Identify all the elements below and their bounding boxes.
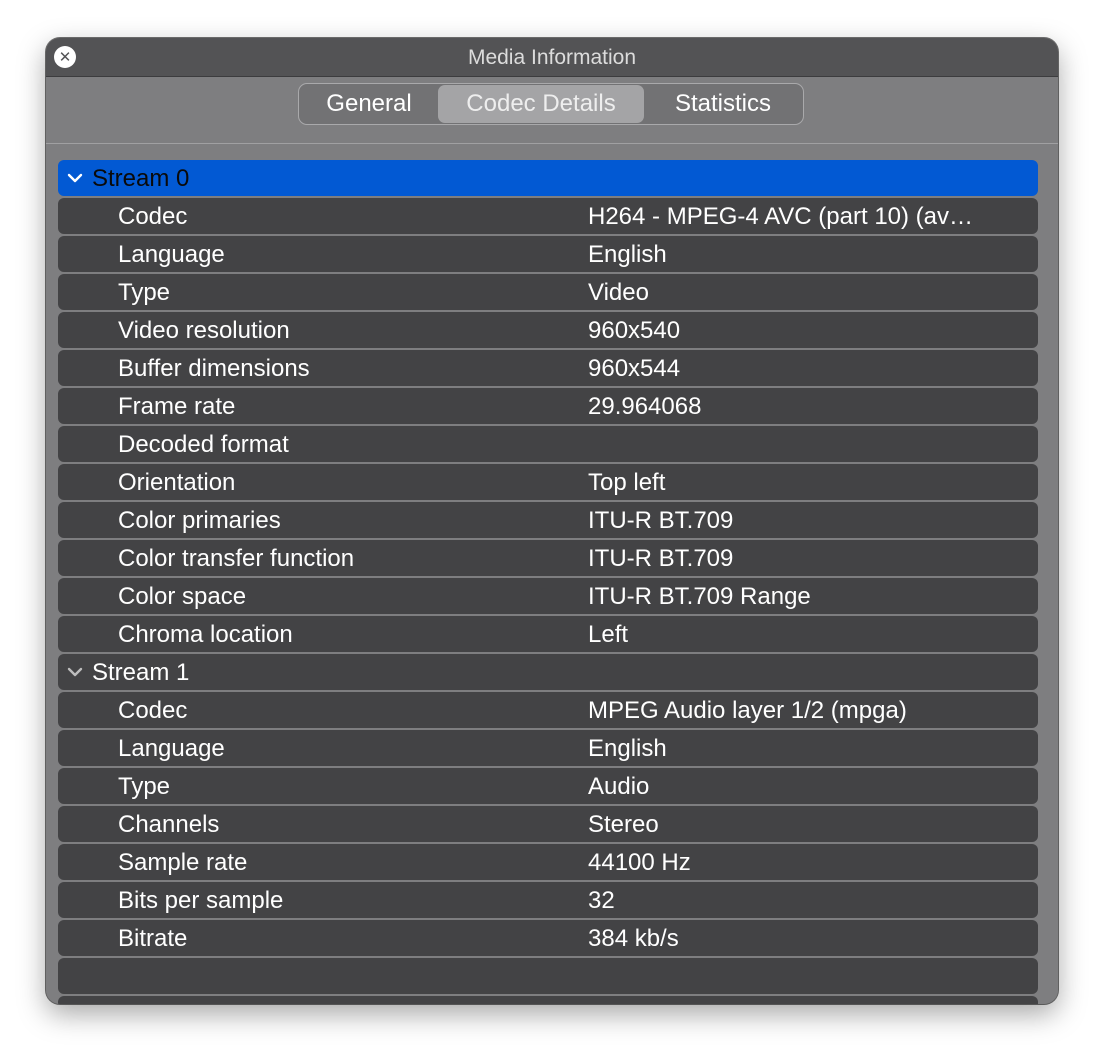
property-row[interactable]: Type Video xyxy=(58,274,1038,310)
property-row[interactable]: Chroma location Left xyxy=(58,616,1038,652)
property-row[interactable]: Language English xyxy=(58,730,1038,766)
property-row[interactable]: Color primaries ITU-R BT.709 xyxy=(58,502,1038,538)
stream-row[interactable]: Stream 0 xyxy=(58,160,1038,196)
property-row[interactable]: Codec H264 - MPEG-4 AVC (part 10) (av… xyxy=(58,198,1038,234)
tab-statistics[interactable]: Statistics xyxy=(644,85,802,123)
property-row[interactable]: Type Audio xyxy=(58,768,1038,804)
property-value: ITU-R BT.709 Range xyxy=(588,583,811,610)
property-key: Codec xyxy=(118,697,188,724)
property-key: Codec xyxy=(118,203,188,230)
property-key: Language xyxy=(118,735,225,762)
property-row[interactable]: Color transfer function ITU-R BT.709 xyxy=(58,540,1038,576)
window-title: Media Information xyxy=(467,46,637,69)
property-value: 960x540 xyxy=(588,317,681,344)
property-value: 384 kb/s xyxy=(588,925,679,952)
property-value: 29.964068 xyxy=(588,393,702,420)
property-value: 960x544 xyxy=(588,355,681,382)
empty-row xyxy=(58,996,1038,1004)
property-value: ITU-R BT.709 xyxy=(588,545,734,572)
property-key: Buffer dimensions xyxy=(118,355,310,382)
stream-row[interactable]: Stream 1 xyxy=(58,654,1038,690)
property-key: Language xyxy=(118,241,225,268)
property-key: Type xyxy=(118,773,171,800)
property-key: Type xyxy=(118,279,171,306)
property-row[interactable]: Codec MPEG Audio layer 1/2 (mpga) xyxy=(58,692,1038,728)
property-value: Top left xyxy=(588,469,666,496)
property-row[interactable]: Decoded format xyxy=(58,426,1038,462)
property-row[interactable]: Channels Stereo xyxy=(58,806,1038,842)
property-key: Bitrate xyxy=(118,925,188,952)
property-row[interactable]: Color space ITU-R BT.709 Range xyxy=(58,578,1038,614)
property-key: Color space xyxy=(118,583,247,610)
chevron-down-icon[interactable] xyxy=(66,654,84,690)
property-key: Video resolution xyxy=(118,317,290,344)
stream-label: Stream 1 xyxy=(92,659,190,686)
property-value: Video xyxy=(588,279,649,306)
property-key: Decoded format xyxy=(118,431,289,458)
chevron-down-icon[interactable] xyxy=(66,160,84,196)
tab-codec-details[interactable]: Codec Details xyxy=(438,85,644,123)
property-value: 44100 Hz xyxy=(588,849,691,876)
property-value: Stereo xyxy=(588,811,659,838)
property-key: Color primaries xyxy=(118,507,281,534)
property-key: Frame rate xyxy=(118,393,236,420)
property-value: Left xyxy=(588,621,629,648)
property-value: H264 - MPEG-4 AVC (part 10) (av… xyxy=(588,203,974,230)
property-value: ITU-R BT.709 xyxy=(588,507,734,534)
media-information-window: ✕ Media Information General Codec Detail… xyxy=(46,38,1058,1004)
property-row[interactable]: Bitrate 384 kb/s xyxy=(58,920,1038,956)
property-row[interactable]: Bits per sample 32 xyxy=(58,882,1038,918)
empty-row xyxy=(58,958,1038,994)
property-key: Orientation xyxy=(118,469,236,496)
property-value: 32 xyxy=(588,887,615,914)
stream-outline-list[interactable]: Stream 0 Codec H264 - MPEG-4 AVC (part 10)… xyxy=(58,160,1038,1004)
property-value: MPEG Audio layer 1/2 (mpga) xyxy=(588,697,907,724)
property-row[interactable]: Video resolution 960x540 xyxy=(58,312,1038,348)
property-row[interactable]: Frame rate 29.964068 xyxy=(58,388,1038,424)
stream-label: Stream 0 xyxy=(92,165,190,192)
tab-segmented-control: General Codec Details Statistics xyxy=(298,83,804,125)
property-key: Channels xyxy=(118,811,220,838)
property-key: Sample rate xyxy=(118,849,248,876)
property-value: Audio xyxy=(588,773,650,800)
property-row[interactable]: Sample rate 44100 Hz xyxy=(58,844,1038,880)
toolbar: General Codec Details Statistics xyxy=(46,77,1058,144)
property-key: Chroma location xyxy=(118,621,293,648)
property-row[interactable]: Orientation Top left xyxy=(58,464,1038,500)
property-value: English xyxy=(588,735,667,762)
property-key: Bits per sample xyxy=(118,887,284,914)
property-row[interactable]: Buffer dimensions 960x544 xyxy=(58,350,1038,386)
property-key: Color transfer function xyxy=(118,545,355,572)
property-value: English xyxy=(588,241,667,268)
tab-general[interactable]: General xyxy=(300,85,438,123)
codec-details-panel: Stream 0 Codec H264 - MPEG-4 AVC (part 10)… xyxy=(46,144,1058,1004)
property-row[interactable]: Language English xyxy=(58,236,1038,272)
close-circle-icon[interactable]: ✕ xyxy=(54,46,76,68)
title-bar[interactable]: ✕ Media Information xyxy=(46,38,1058,77)
